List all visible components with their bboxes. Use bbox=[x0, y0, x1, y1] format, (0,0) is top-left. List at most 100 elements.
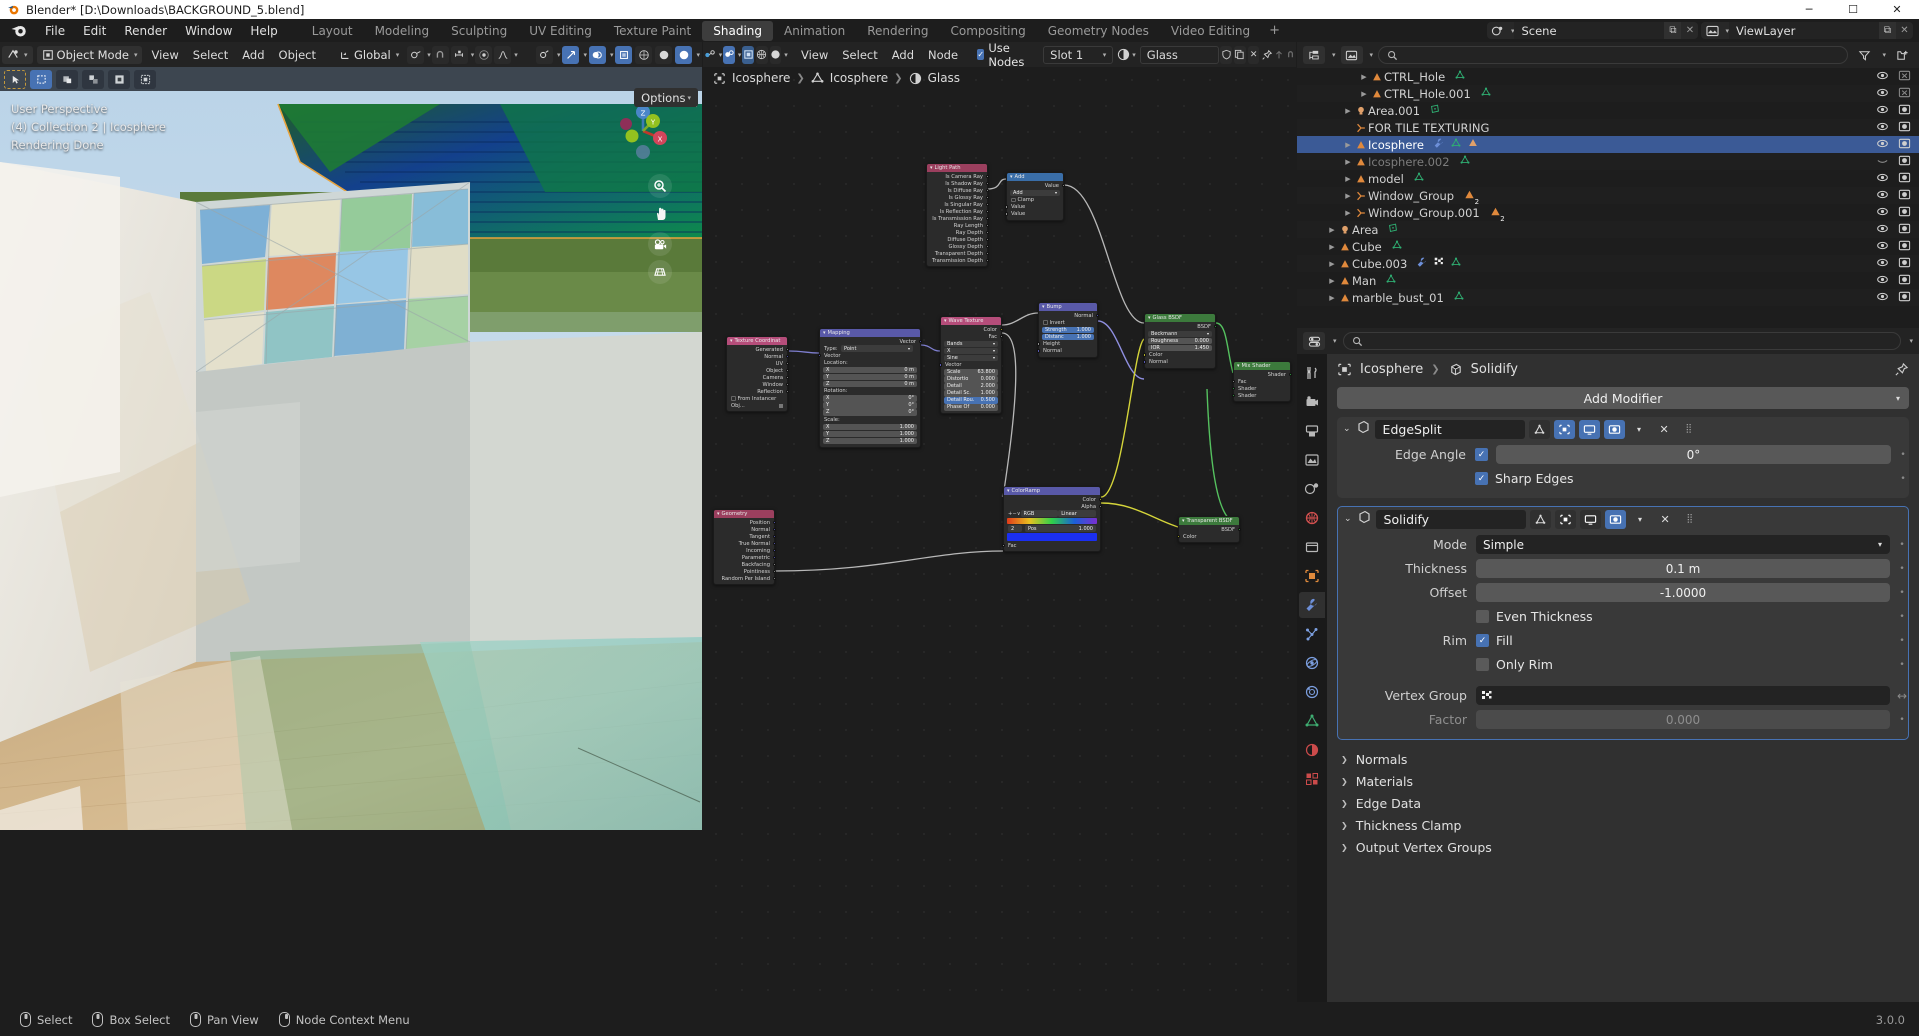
node-checkbox[interactable]: Invert bbox=[1039, 319, 1097, 326]
animate-property-dot[interactable]: • bbox=[1896, 636, 1908, 646]
shader-menu-add[interactable]: Add bbox=[885, 46, 921, 64]
node-socket[interactable] bbox=[1061, 183, 1065, 188]
node-socket[interactable] bbox=[772, 520, 776, 525]
node-field-roughness[interactable]: Roughness 0.000 bbox=[1148, 337, 1212, 344]
outliner-expand-triangle-icon[interactable]: ▶ bbox=[1343, 209, 1353, 217]
modifier-display-toggle-3[interactable] bbox=[1603, 419, 1625, 439]
node-wave-texture[interactable]: ▾ Wave Texture Color Fac Bands ▾ X ▾ Sine ▾ Vector… bbox=[939, 316, 1003, 414]
node-socket[interactable] bbox=[999, 334, 1003, 339]
outliner-expand-triangle-icon[interactable]: ▶ bbox=[1327, 243, 1337, 251]
outliner-row-window-group[interactable]: ▶ Window_Group 2 bbox=[1297, 187, 1919, 206]
modifier-row-checkbox[interactable]: ✓ bbox=[1476, 634, 1489, 647]
node-type-row[interactable]: Type: Point ▾ bbox=[820, 345, 920, 352]
modifier-row-checkbox[interactable] bbox=[1476, 610, 1489, 623]
node-colorramp-swatch[interactable] bbox=[1007, 533, 1097, 541]
node-socket[interactable] bbox=[785, 354, 789, 359]
modifier-display-toggle-1[interactable] bbox=[1553, 419, 1575, 439]
disable-in-renders-icon[interactable] bbox=[1898, 154, 1911, 170]
node-socket[interactable] bbox=[1177, 534, 1181, 539]
node-checkbox[interactable]: Clamp bbox=[1007, 197, 1063, 204]
outliner-datablock-material[interactable] bbox=[1467, 137, 1479, 152]
node-color-ramp[interactable]: ▾ ColorRamp Color Alpha + − ∨ RGB Linear 2 Pos 1.00… bbox=[1002, 486, 1102, 552]
node-mix-shader[interactable]: ▾ Mix Shader Shader Fac Shader Shader bbox=[1232, 361, 1292, 402]
viewport-menu-add[interactable]: Add bbox=[235, 46, 271, 64]
shader-editor-type-icon[interactable] bbox=[703, 49, 717, 61]
subpanel-expand-triangle-icon[interactable]: ❯ bbox=[1341, 777, 1348, 786]
outliner-datablock-mesh-data[interactable] bbox=[1480, 86, 1492, 101]
modifier-display-toggle-0[interactable] bbox=[1529, 509, 1551, 529]
node-rotation-z[interactable]: Z 0° bbox=[823, 409, 917, 416]
node-socket[interactable] bbox=[1232, 379, 1236, 384]
outliner-row-model[interactable]: ▶ model bbox=[1297, 170, 1919, 187]
shader-menu-node[interactable]: Node bbox=[921, 46, 965, 64]
outliner-expand-triangle-icon[interactable]: ▶ bbox=[1343, 175, 1353, 183]
transform-orientation-dropdown[interactable]: Global ▾ bbox=[334, 46, 404, 64]
node-header[interactable]: ▾ Bump bbox=[1039, 303, 1097, 311]
node-light-path[interactable]: ▾ Light Path Is Camera Ray Is Shadow Ray Is … bbox=[926, 163, 989, 267]
modifier-expand-chevron-icon[interactable]: ⌄ bbox=[1343, 424, 1351, 434]
node-socket[interactable] bbox=[1288, 372, 1292, 377]
node-dropdown[interactable]: Bands ▾ bbox=[944, 340, 998, 347]
disable-in-renders-icon[interactable] bbox=[1898, 137, 1911, 153]
menu-render[interactable]: Render bbox=[115, 22, 176, 40]
close-button[interactable]: ✕ bbox=[1875, 0, 1919, 19]
node-mapping[interactable]: ▾ Mapping Vector Type: Point ▾ Vector Location:… bbox=[818, 328, 922, 448]
modifier-header[interactable]: ⌄ Solidify ▾ ✕ ⣿ bbox=[1338, 507, 1908, 531]
hide-in-viewport-icon[interactable] bbox=[1876, 137, 1889, 153]
snap-node-icon[interactable] bbox=[1285, 49, 1296, 60]
outliner-datablock-mesh-data[interactable] bbox=[1453, 290, 1465, 305]
node-header[interactable]: ▾ Mapping bbox=[820, 329, 920, 337]
node-location-y[interactable]: Y0 m bbox=[823, 373, 917, 380]
object-mode-dropdown[interactable]: Object Mode ▾ bbox=[36, 45, 143, 64]
animate-property-dot[interactable]: • bbox=[1896, 588, 1908, 598]
outliner-editor-type-icon[interactable] bbox=[1303, 46, 1325, 64]
modifier-drag-handle[interactable]: ⣿ bbox=[1679, 420, 1700, 439]
node-socket[interactable] bbox=[818, 353, 822, 358]
outliner-expand-triangle-icon[interactable]: ▶ bbox=[1343, 158, 1353, 166]
node-field-phaseof[interactable]: Phase Of 0.000 bbox=[944, 404, 998, 411]
node-socket[interactable] bbox=[772, 555, 776, 560]
viewport-menu-select[interactable]: Select bbox=[186, 46, 235, 64]
tab-modifiers[interactable] bbox=[1299, 592, 1325, 618]
material-preview-icon[interactable] bbox=[769, 45, 782, 64]
node-object-field[interactable]: Obj... bbox=[727, 402, 787, 409]
use-nodes-toggle[interactable]: ✓ Use Nodes bbox=[977, 42, 1029, 69]
hide-in-viewport-icon[interactable] bbox=[1876, 256, 1889, 272]
node-field-strength[interactable]: Strength 1.000 bbox=[1042, 326, 1094, 333]
node-location-x[interactable]: X0 m bbox=[823, 366, 917, 373]
falloff-icon[interactable] bbox=[494, 45, 512, 64]
outliner-datablock-light-data[interactable] bbox=[1429, 103, 1441, 118]
animate-property-dot[interactable]: • bbox=[1897, 474, 1909, 484]
animate-property-dot[interactable]: • bbox=[1896, 540, 1908, 550]
modifier-name-field[interactable]: EdgeSplit bbox=[1374, 419, 1525, 439]
node-location-z[interactable]: Z0 m bbox=[823, 380, 917, 387]
tab-scene[interactable] bbox=[1299, 476, 1325, 502]
outliner-row-ctrl-hole[interactable]: ▶ CTRL_Hole bbox=[1297, 68, 1919, 85]
node-socket[interactable] bbox=[1098, 504, 1102, 509]
workspace-tab-animation[interactable]: Animation bbox=[773, 21, 856, 41]
modifier-row-checkbox[interactable]: ✓ bbox=[1475, 448, 1488, 461]
use-nodes-checkbox[interactable]: ✓ bbox=[977, 49, 985, 60]
outliner-expand-triangle-icon[interactable]: ▶ bbox=[1327, 277, 1337, 285]
node-header[interactable]: ▾ Add bbox=[1007, 173, 1063, 181]
node-socket[interactable] bbox=[1143, 360, 1147, 364]
tab-tool[interactable] bbox=[1299, 360, 1325, 386]
node-socket[interactable] bbox=[985, 202, 989, 207]
node-socket[interactable] bbox=[785, 368, 789, 373]
modifier-display-toggle-2[interactable] bbox=[1579, 509, 1601, 529]
outliner-datablock-mesh-data[interactable] bbox=[1450, 256, 1462, 271]
delete-scene-button[interactable]: ✕ bbox=[1681, 22, 1698, 39]
disable-in-renders-icon[interactable] bbox=[1898, 205, 1911, 221]
node-socket[interactable] bbox=[772, 534, 776, 539]
hide-in-viewport-icon[interactable] bbox=[1876, 171, 1889, 187]
outliner-datablock-mesh-data[interactable] bbox=[1413, 171, 1425, 186]
modifier-panel-edgesplit[interactable]: ⌄ EdgeSplit ▾ ✕ ⣿ Edge Angle ✓ 0° • ✓ Sharp Edges • bbox=[1337, 417, 1909, 498]
node-socket[interactable] bbox=[1213, 324, 1217, 329]
duplicate-material-icon[interactable] bbox=[1234, 45, 1246, 64]
node-socket[interactable] bbox=[985, 251, 989, 256]
tab-world[interactable] bbox=[1299, 505, 1325, 531]
tab-texture[interactable] bbox=[1299, 766, 1325, 792]
node-checkbox[interactable]: From Instancer bbox=[727, 395, 787, 402]
node-field-detailrou[interactable]: Detail Rou. 0.500 bbox=[944, 397, 998, 404]
node-math-add[interactable]: ▾ Add Value Add ▾ Clamp Value Value bbox=[1005, 172, 1065, 221]
